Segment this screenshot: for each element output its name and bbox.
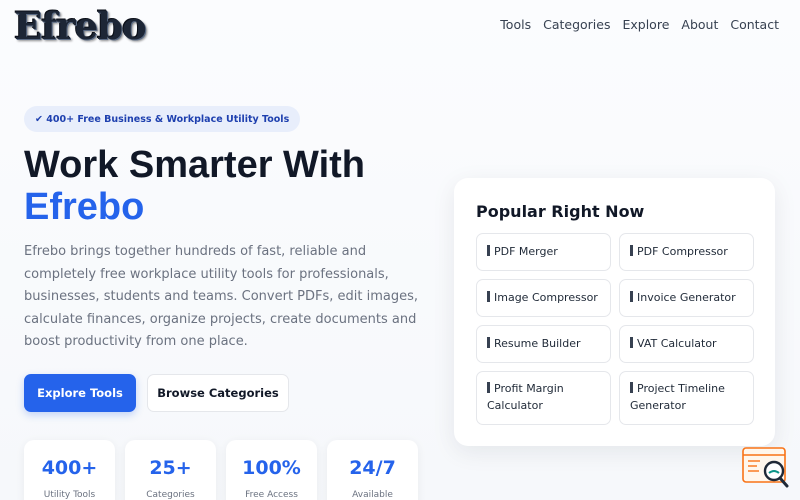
- tool-pdf-merger[interactable]: PDF Merger: [476, 233, 611, 271]
- nav-contact[interactable]: Contact: [730, 17, 779, 32]
- popular-title: Popular Right Now: [476, 202, 645, 221]
- tool-bullet-icon: [630, 337, 633, 348]
- tool-label: PDF Merger: [494, 245, 558, 258]
- tool-image-compressor[interactable]: Image Compressor: [476, 279, 611, 317]
- hero-description: Efrebo brings together hundreds of fast,…: [24, 244, 419, 350]
- site-logo[interactable]: Efrebo: [14, 4, 147, 48]
- tool-bullet-icon: [630, 382, 633, 393]
- hero-title: Work Smarter With: [24, 144, 366, 186]
- nav-categories[interactable]: Categories: [543, 17, 610, 32]
- stat-label: Free Access: [245, 490, 298, 500]
- tool-label: Project Timeline Generator: [630, 382, 725, 412]
- stat-value: 25+: [149, 457, 192, 479]
- nav-explore[interactable]: Explore: [622, 17, 669, 32]
- tool-bullet-icon: [487, 337, 490, 348]
- nav-about[interactable]: About: [681, 17, 718, 32]
- browse-categories-button[interactable]: Browse Categories: [147, 374, 289, 412]
- tool-project-timeline-generator[interactable]: Project Timeline Generator: [619, 371, 754, 425]
- popular-tools-card: Popular Right Now PDF Merger PDF Compres…: [454, 178, 775, 446]
- site-header: Efrebo Tools Categories Explore About Co…: [0, 0, 800, 52]
- tool-resume-builder[interactable]: Resume Builder: [476, 325, 611, 363]
- stats-row: 400+ Utility Tools 25+ Categories 100% F…: [24, 440, 418, 500]
- tool-pdf-compressor[interactable]: PDF Compressor: [619, 233, 754, 271]
- stat-card: 100% Free Access: [226, 440, 317, 500]
- tool-label: Profit Margin Calculator: [487, 382, 564, 412]
- tool-label: Invoice Generator: [637, 291, 736, 304]
- stat-card: 24/7 Available: [327, 440, 418, 500]
- stat-value: 24/7: [349, 457, 396, 479]
- nav-tools[interactable]: Tools: [500, 17, 531, 32]
- tool-bullet-icon: [630, 245, 633, 256]
- stat-label: Categories: [146, 490, 195, 500]
- tool-label: PDF Compressor: [637, 245, 728, 258]
- stat-label: Utility Tools: [43, 490, 96, 500]
- tool-label: VAT Calculator: [637, 337, 717, 350]
- stat-value: 100%: [242, 457, 301, 479]
- tool-invoice-generator[interactable]: Invoice Generator: [619, 279, 754, 317]
- hero-title-brand: Efrebo: [24, 186, 145, 228]
- stat-label: Available: [352, 490, 393, 500]
- tool-bullet-icon: [487, 291, 490, 302]
- tool-label: Resume Builder: [494, 337, 581, 350]
- tool-label: Image Compressor: [494, 291, 598, 304]
- main-nav: Tools Categories Explore About Contact: [500, 17, 779, 32]
- tool-vat-calculator[interactable]: VAT Calculator: [619, 325, 754, 363]
- tool-profit-margin-calculator[interactable]: Profit Margin Calculator: [476, 371, 611, 425]
- stat-value: 400+: [41, 457, 98, 479]
- tool-bullet-icon: [487, 382, 490, 393]
- stat-card: 25+ Categories: [125, 440, 216, 500]
- search-magnifier-icon[interactable]: [741, 446, 791, 490]
- explore-tools-button[interactable]: Explore Tools: [24, 374, 136, 412]
- tool-bullet-icon: [630, 291, 633, 302]
- hero-badge: ✔ 400+ Free Business & Workplace Utility…: [24, 106, 301, 132]
- stat-card: 400+ Utility Tools: [24, 440, 115, 500]
- tool-bullet-icon: [487, 245, 490, 256]
